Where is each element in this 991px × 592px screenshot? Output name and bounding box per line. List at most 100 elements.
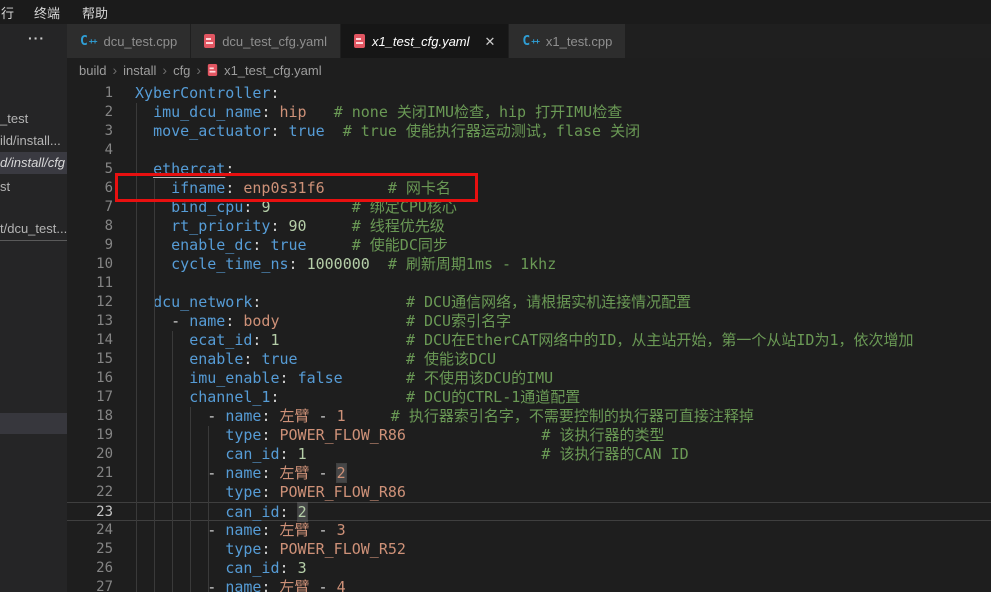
yaml-file-icon bbox=[354, 34, 365, 48]
code-line[interactable]: 23 can_id: 2 bbox=[67, 502, 991, 521]
line-number: 20 bbox=[67, 445, 113, 464]
code-line[interactable]: 1XyberController: bbox=[67, 84, 991, 103]
menu-item[interactable]: 帮助 bbox=[71, 3, 119, 22]
breadcrumb: build›install›cfg›x1_test_cfg.yaml bbox=[67, 58, 991, 82]
code-line[interactable]: 12 dcu_network: # DCU通信网络，请根据实机连接情况配置 bbox=[67, 293, 991, 312]
line-number: 14 bbox=[67, 331, 113, 350]
menu-item[interactable]: 终端 bbox=[23, 3, 71, 22]
code-line[interactable]: 14 ecat_id: 1 # DCU在EtherCAT网络中的ID，从主站开始… bbox=[67, 331, 991, 350]
menu-item[interactable]: 行 bbox=[0, 3, 23, 22]
code-line[interactable]: 10 cycle_time_ns: 1000000 # 刷新周期1ms - 1k… bbox=[67, 255, 991, 274]
code-text: channel_1: # DCU的CTRL-1通道配置 bbox=[113, 388, 580, 407]
code-line[interactable]: 16 imu_enable: false # 不使用该DCU的IMU bbox=[67, 369, 991, 388]
code-line[interactable]: 13 - name: body # DCU索引名字 bbox=[67, 312, 991, 331]
code-editor[interactable]: 1XyberController:2 imu_dcu_name: hip # n… bbox=[67, 82, 991, 592]
code-line[interactable]: 11 bbox=[67, 274, 991, 293]
code-line[interactable]: 20 can_id: 1 # 该执行器的CAN ID bbox=[67, 445, 991, 464]
code-text: ifname: enp0s31f6 # 网卡名 bbox=[113, 179, 451, 198]
indent-guide bbox=[172, 331, 173, 592]
code-text: - name: body # DCU索引名字 bbox=[113, 312, 511, 331]
code-line[interactable]: 21 - name: 左臂 - 2 bbox=[67, 464, 991, 483]
code-line[interactable]: 4 bbox=[67, 141, 991, 160]
code-text: enable: true # 使能该DCU bbox=[113, 350, 496, 369]
main-row: ··· _testild/install...d/install/cfgst t/… bbox=[0, 24, 991, 592]
menu-bar: 行终端帮助 bbox=[0, 0, 991, 24]
indent-guide bbox=[136, 103, 137, 592]
code-line[interactable]: 17 channel_1: # DCU的CTRL-1通道配置 bbox=[67, 388, 991, 407]
sidebar-highlight-row[interactable] bbox=[0, 413, 67, 434]
code-text: dcu_network: # DCU通信网络，请根据实机连接情况配置 bbox=[113, 293, 691, 312]
tab-label: x1_test_cfg.yaml bbox=[372, 34, 470, 49]
code-text: - name: 左臂 - 2 bbox=[113, 464, 346, 483]
code-line[interactable]: 18 - name: 左臂 - 1 # 执行器索引名字，不需要控制的执行器可直接… bbox=[67, 407, 991, 426]
code-line[interactable]: 3 move_actuator: true # true 使能执行器运动测试，f… bbox=[67, 122, 991, 141]
code-line[interactable]: 15 enable: true # 使能该DCU bbox=[67, 350, 991, 369]
line-number: 19 bbox=[67, 426, 113, 445]
sidebar-panel: ··· _testild/install...d/install/cfgst t/… bbox=[0, 24, 67, 592]
code-text: ecat_id: 1 # DCU在EtherCAT网络中的ID，从主站开始，第一… bbox=[113, 331, 914, 350]
sidebar-item[interactable]: ild/install... bbox=[0, 130, 67, 152]
tab-x1_test.cpp[interactable]: C++ x1_test.cpp bbox=[509, 24, 626, 58]
tab-label: dcu_test_cfg.yaml bbox=[222, 34, 327, 49]
code-text: rt_priority: 90 # 线程优先级 bbox=[113, 217, 445, 236]
indent-guide bbox=[190, 407, 191, 592]
sidebar-item[interactable]: _test bbox=[0, 108, 67, 130]
code-text: can_id: 3 bbox=[113, 559, 307, 578]
code-text: can_id: 2 bbox=[113, 503, 307, 520]
line-number: 23 bbox=[67, 503, 113, 520]
line-number: 12 bbox=[67, 293, 113, 312]
line-number: 22 bbox=[67, 483, 113, 502]
code-line[interactable]: 24 - name: 左臂 - 3 bbox=[67, 521, 991, 540]
code-text: ethercat: bbox=[113, 160, 234, 179]
code-line[interactable]: 6 ifname: enp0s31f6 # 网卡名 bbox=[67, 179, 991, 198]
line-number: 26 bbox=[67, 559, 113, 578]
sidebar-item[interactable]: d/install/cfg bbox=[0, 152, 67, 174]
code-line[interactable]: 25 type: POWER_FLOW_R52 bbox=[67, 540, 991, 559]
code-text: type: POWER_FLOW_R52 bbox=[113, 540, 406, 559]
code-line[interactable]: 5 ethercat: bbox=[67, 160, 991, 179]
line-number: 2 bbox=[67, 103, 113, 122]
tab-label: x1_test.cpp bbox=[546, 34, 613, 49]
line-number: 17 bbox=[67, 388, 113, 407]
line-number: 10 bbox=[67, 255, 113, 274]
sidebar-separator bbox=[0, 240, 67, 241]
line-number: 9 bbox=[67, 236, 113, 255]
code-line[interactable]: 7 bind_cpu: 9 # 绑定CPU核心 bbox=[67, 198, 991, 217]
tab-x1_test_cfg.yaml[interactable]: x1_test_cfg.yaml ✕ bbox=[341, 24, 509, 58]
tab-label: dcu_test.cpp bbox=[103, 34, 177, 49]
line-number: 3 bbox=[67, 122, 113, 141]
more-actions-icon[interactable]: ··· bbox=[28, 30, 45, 46]
chevron-right-icon: › bbox=[112, 62, 117, 78]
breadcrumb-item[interactable]: build bbox=[79, 63, 106, 78]
code-line[interactable]: 27 - name: 左臂 - 4 bbox=[67, 578, 991, 592]
sidebar-item[interactable]: t/dcu_test... bbox=[0, 218, 67, 240]
code-line[interactable]: 19 type: POWER_FLOW_R86 # 该执行器的类型 bbox=[67, 426, 991, 445]
breadcrumb-file[interactable]: x1_test_cfg.yaml bbox=[224, 63, 322, 78]
code-text: - name: 左臂 - 4 bbox=[113, 578, 346, 592]
editor-group: C++dcu_test.cppdcu_test_cfg.yamlx1_test_… bbox=[67, 24, 991, 592]
code-line[interactable]: 9 enable_dc: true # 使能DC同步 bbox=[67, 236, 991, 255]
code-line[interactable]: 2 imu_dcu_name: hip # none 关闭IMU检查，hip 打… bbox=[67, 103, 991, 122]
code-text: type: POWER_FLOW_R86 bbox=[113, 483, 406, 502]
code-line[interactable]: 26 can_id: 3 bbox=[67, 559, 991, 578]
line-number: 8 bbox=[67, 217, 113, 236]
code-line[interactable]: 22 type: POWER_FLOW_R86 bbox=[67, 483, 991, 502]
code-text bbox=[113, 141, 135, 160]
code-text: can_id: 1 # 该执行器的CAN ID bbox=[113, 445, 689, 464]
line-number: 27 bbox=[67, 578, 113, 592]
line-number: 15 bbox=[67, 350, 113, 369]
line-number: 21 bbox=[67, 464, 113, 483]
cpp-file-icon: C++ bbox=[522, 34, 538, 49]
line-number: 13 bbox=[67, 312, 113, 331]
breadcrumb-item[interactable]: install bbox=[123, 63, 156, 78]
tab-dcu_test_cfg.yaml[interactable]: dcu_test_cfg.yaml bbox=[191, 24, 341, 58]
line-number: 6 bbox=[67, 179, 113, 198]
sidebar-item[interactable]: st bbox=[0, 176, 67, 198]
breadcrumb-item[interactable]: cfg bbox=[173, 63, 190, 78]
tab-bar: C++dcu_test.cppdcu_test_cfg.yamlx1_test_… bbox=[67, 24, 991, 58]
code-line[interactable]: 8 rt_priority: 90 # 线程优先级 bbox=[67, 217, 991, 236]
close-icon[interactable]: ✕ bbox=[485, 35, 496, 48]
line-number: 11 bbox=[67, 274, 113, 293]
tab-dcu_test.cpp[interactable]: C++dcu_test.cpp bbox=[67, 24, 191, 58]
code-text bbox=[113, 274, 135, 293]
